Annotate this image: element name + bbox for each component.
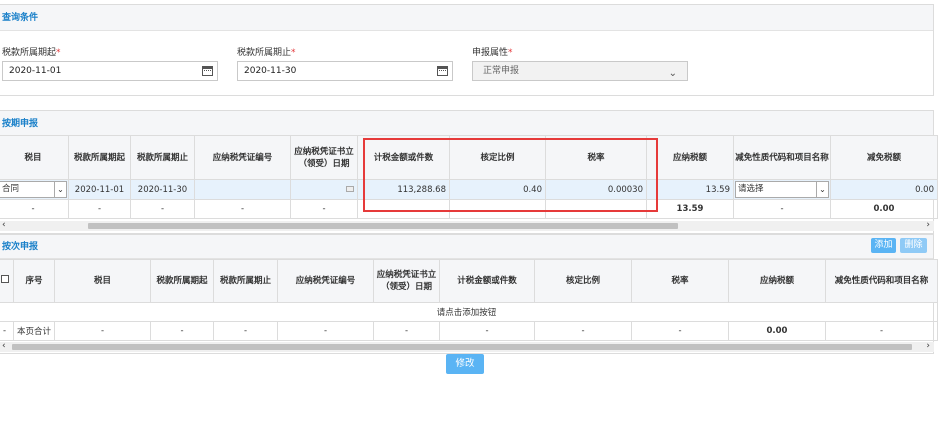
scroll-right-icon[interactable]: › (926, 220, 930, 230)
scroll-left-icon[interactable]: ‹ (2, 341, 6, 351)
scroll-left-icon[interactable]: ‹ (2, 220, 6, 230)
col-header: 应纳税凭证编号 (194, 135, 291, 180)
col-header: 税目 (0, 135, 69, 180)
start-period-label: 税款所属期起* (2, 48, 61, 58)
highlight-box (363, 138, 658, 212)
col-header: 核定比例 (534, 259, 632, 303)
page-total-label: 本页合计 (13, 321, 55, 341)
col-header: 计税金额或件数 (439, 259, 535, 303)
chevron-down-icon: ⌄ (54, 182, 66, 197)
total-cell: - (213, 321, 278, 341)
periodic-scrollbar[interactable]: ‹ › (0, 220, 934, 231)
calendar-icon[interactable] (202, 66, 213, 76)
scroll-thumb[interactable] (12, 344, 912, 350)
col-header: 应纳税凭证书立（领受）日期 (290, 135, 358, 180)
total-cell: - (68, 199, 131, 219)
col-header: 应纳税凭证编号 (277, 259, 374, 303)
total-cell: - (733, 199, 831, 219)
voucher-date-input[interactable] (290, 179, 358, 200)
start-period-input[interactable]: 2020-11-01 (2, 61, 218, 81)
total-cell: - (825, 321, 938, 341)
tax-item-select[interactable]: 合同 ⌄ (0, 179, 69, 200)
total-cell: - (0, 321, 14, 341)
relief-amount-cell: 0.00 (830, 179, 938, 200)
periodic-panel-title: 按期申报 (0, 111, 933, 137)
add-button[interactable]: 添加 (871, 238, 896, 253)
total-cell: - (631, 321, 729, 341)
col-header: 应纳税额 (728, 259, 826, 303)
col-header: 税款所属期止 (213, 259, 278, 303)
declare-attr-label: 申报属性* (472, 48, 513, 58)
voucher-no-input[interactable] (194, 179, 291, 200)
query-panel-title: 查询条件 (0, 5, 933, 31)
col-header: 税款所属期起 (150, 259, 214, 303)
delete-button[interactable]: 删除 (900, 238, 927, 253)
calendar-icon[interactable] (346, 185, 354, 192)
end-cell: 2020-11-30 (130, 179, 195, 200)
total-cell: - (290, 199, 358, 219)
scroll-thumb[interactable] (88, 223, 678, 229)
total-cell: - (194, 199, 291, 219)
total-cell: - (534, 321, 632, 341)
total-cell: - (150, 321, 214, 341)
tax-cell: 13.59 (646, 179, 734, 200)
modify-button[interactable]: 修改 (446, 354, 484, 374)
total-cell: - (277, 321, 374, 341)
col-header: 序号 (13, 259, 55, 303)
total-cell: - (130, 199, 195, 219)
end-period-label: 税款所属期止* (237, 48, 296, 58)
total-relief: 0.00 (830, 199, 938, 219)
total-cell: - (439, 321, 535, 341)
chevron-down-icon: ⌄ (668, 68, 677, 79)
relief-code-select[interactable]: 请选择 ⌄ (733, 179, 831, 200)
per-time-table: 序号 税目 税款所属期起 税款所属期止 应纳税凭证编号 应纳税凭证书立（领受）日… (0, 259, 938, 341)
empty-hint: 请点击添加按钮 (0, 302, 938, 322)
total-cell: - (54, 321, 151, 341)
empty-hint-row: 请点击添加按钮 (0, 302, 938, 322)
total-tax: 13.59 (646, 199, 734, 219)
total-tax: 0.00 (728, 321, 826, 341)
start-cell: 2020-11-01 (68, 179, 131, 200)
chevron-down-icon: ⌄ (816, 182, 828, 197)
scroll-right-icon[interactable]: › (926, 341, 930, 351)
col-header: 税目 (54, 259, 151, 303)
declare-attr-select[interactable]: 正常申报 ⌄ (472, 61, 688, 81)
col-header: 税款所属期止 (130, 135, 195, 180)
col-header: 税款所属期起 (68, 135, 131, 180)
end-period-input[interactable]: 2020-11-30 (237, 61, 453, 81)
total-cell: - (0, 199, 69, 219)
per-time-panel-title: 按次申报 (0, 235, 933, 259)
query-panel: 查询条件 (0, 4, 934, 96)
col-header: 减免性质代码和项目名称 (733, 135, 831, 180)
col-header: 应纳税额 (646, 135, 734, 180)
col-header: 减免性质代码和项目名称 (825, 259, 938, 303)
col-header: 减免税额 (830, 135, 938, 180)
total-row: - 本页合计 - - - - - - - - 0.00 - (0, 321, 938, 341)
calendar-icon[interactable] (437, 66, 448, 76)
col-header: 税率 (631, 259, 729, 303)
select-all-checkbox[interactable] (0, 259, 14, 303)
col-header: 应纳税凭证书立（领受）日期 (373, 259, 440, 303)
per-time-scrollbar[interactable]: ‹ › (0, 341, 934, 352)
total-cell: - (373, 321, 440, 341)
